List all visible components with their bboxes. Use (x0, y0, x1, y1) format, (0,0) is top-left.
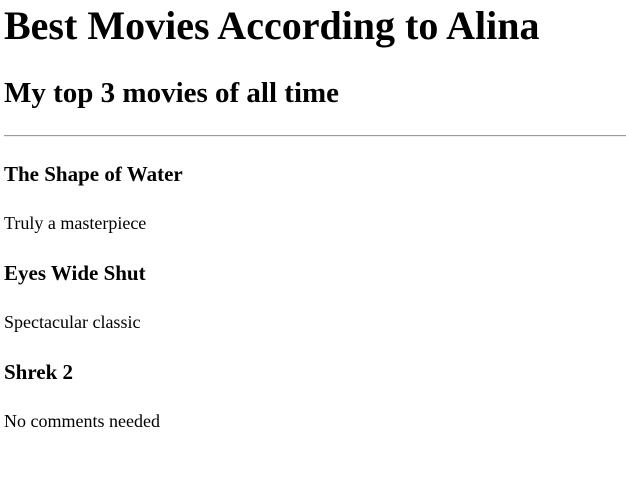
page: Best Movies According to Alina My top 3 … (0, 0, 626, 432)
movie-item: The Shape of Water Truly a masterpiece (4, 137, 626, 234)
movie-item: Shrek 2 No comments needed (4, 333, 626, 432)
page-subtitle: My top 3 movies of all time (4, 77, 340, 109)
movie-item: Eyes Wide Shut Spectacular classic (4, 234, 626, 333)
movie-comment: Spectacular classic (4, 312, 141, 332)
page-title: Best Movies According to Alina (4, 3, 540, 48)
movie-title: Shrek 2 (4, 360, 74, 384)
movie-comment: No comments needed (4, 411, 160, 431)
movie-title: The Shape of Water (4, 162, 183, 186)
movie-comment: Truly a masterpiece (4, 213, 147, 233)
movie-title: Eyes Wide Shut (4, 261, 146, 285)
